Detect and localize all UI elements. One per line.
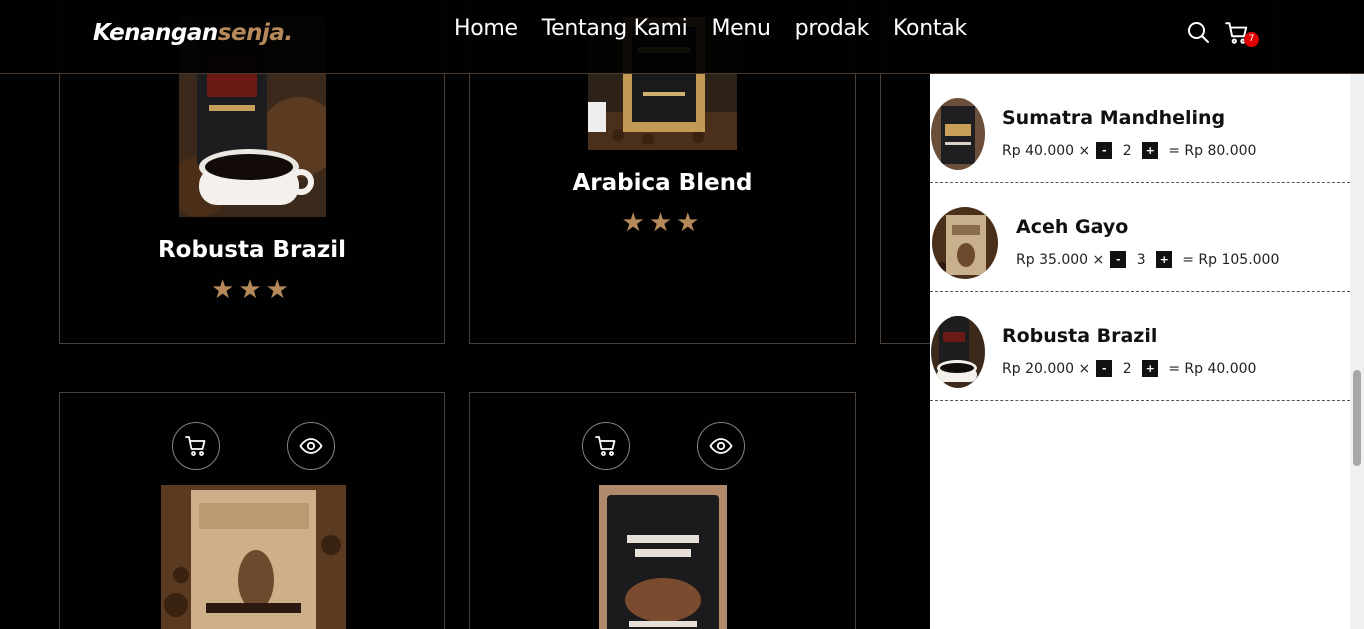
eye-icon bbox=[709, 438, 733, 454]
cart-item: Sumatra Mandheling Rp 40.000 × - 2 + = R… bbox=[930, 74, 1350, 183]
cart-item-total: = Rp 80.000 bbox=[1168, 142, 1257, 159]
cart-item-name: Aceh Gayo bbox=[1016, 216, 1129, 238]
product-card bbox=[469, 392, 856, 629]
cart-item-total: = Rp 40.000 bbox=[1168, 360, 1257, 377]
cart-item-image bbox=[931, 98, 985, 170]
product-name: Arabica Blend bbox=[572, 170, 753, 196]
scrollbar-thumb[interactable] bbox=[1353, 370, 1361, 466]
view-detail-button[interactable] bbox=[287, 422, 335, 470]
shopping-cart-panel: Sumatra Mandheling Rp 40.000 × - 2 + = R… bbox=[930, 74, 1350, 629]
cart-icon bbox=[595, 436, 616, 456]
cart-item-quantity: 2 bbox=[1122, 360, 1132, 377]
nav-link-home[interactable]: Home bbox=[454, 16, 518, 41]
view-detail-button[interactable] bbox=[697, 422, 745, 470]
cart-item-price: Rp 20.000 × bbox=[1002, 360, 1091, 377]
brand-name: Kenangan bbox=[93, 20, 218, 46]
decrease-quantity-button[interactable]: - bbox=[1096, 360, 1113, 377]
cart-item-price: Rp 40.000 × bbox=[1002, 142, 1091, 159]
decrease-quantity-button[interactable]: - bbox=[1110, 251, 1127, 268]
rating-stars: ★★★ bbox=[470, 208, 855, 238]
increase-quantity-button[interactable]: + bbox=[1156, 251, 1173, 268]
star-icon: ★ bbox=[238, 275, 266, 305]
cart-item-price: Rp 35.000 × bbox=[1016, 251, 1105, 268]
product-name: Robusta Brazil bbox=[157, 237, 347, 263]
brand-name-accent: senja. bbox=[217, 20, 293, 46]
star-icon: ★ bbox=[648, 208, 677, 238]
eye-icon bbox=[299, 438, 323, 454]
cart-item-image bbox=[932, 207, 998, 279]
star-icon: ★ bbox=[621, 208, 649, 238]
nav-link-kontak[interactable]: Kontak bbox=[893, 16, 967, 41]
product-card bbox=[59, 392, 445, 629]
product-image bbox=[161, 485, 346, 629]
star-icon: ★ bbox=[265, 275, 293, 305]
cart-item-name: Robusta Brazil bbox=[1002, 325, 1158, 347]
cart-item-quantity: 3 bbox=[1136, 251, 1146, 268]
rating-stars: ★★★ bbox=[60, 275, 444, 305]
cart-item-total: = Rp 105.000 bbox=[1182, 251, 1280, 268]
cart-item-price-row: Rp 35.000 × - 3 + = Rp 105.000 bbox=[1016, 251, 1279, 268]
nav-link-menu[interactable]: Menu bbox=[711, 16, 771, 41]
nav-link-prodak[interactable]: prodak bbox=[795, 16, 870, 41]
page: Robusta Brazil ★★★ Arabica Blend ★★★ Ken… bbox=[0, 0, 1364, 629]
nav-link-tentang-kami[interactable]: Tentang Kami bbox=[542, 16, 688, 41]
add-to-cart-button[interactable] bbox=[582, 422, 630, 470]
product-image bbox=[599, 485, 727, 629]
brand-logo[interactable]: Kenangansenja. bbox=[93, 20, 293, 46]
cart-item-image bbox=[931, 316, 985, 388]
cart-count-badge: 7 bbox=[1244, 32, 1259, 47]
cart-item-quantity: 2 bbox=[1122, 142, 1132, 159]
star-icon: ★ bbox=[211, 275, 239, 305]
increase-quantity-button[interactable]: + bbox=[1142, 142, 1159, 159]
cart-item-name: Sumatra Mandheling bbox=[1002, 107, 1226, 129]
search-button[interactable] bbox=[1186, 20, 1210, 48]
scrollbar-track[interactable] bbox=[1350, 74, 1364, 629]
add-to-cart-button[interactable] bbox=[172, 422, 220, 470]
cart-item: Aceh Gayo Rp 35.000 × - 3 + = Rp 105.000 bbox=[930, 183, 1350, 292]
navbar: Kenangansenja. Home Tentang Kami Menu pr… bbox=[0, 0, 1364, 74]
nav-menu: Home Tentang Kami Menu prodak Kontak bbox=[454, 16, 967, 41]
cart-item-price-row: Rp 40.000 × - 2 + = Rp 80.000 bbox=[1002, 142, 1256, 159]
cart-icon bbox=[185, 436, 206, 456]
increase-quantity-button[interactable]: + bbox=[1142, 360, 1159, 377]
cart-item-price-row: Rp 20.000 × - 2 + = Rp 40.000 bbox=[1002, 360, 1256, 377]
star-icon: ★ bbox=[676, 208, 704, 238]
cart-item: Robusta Brazil Rp 20.000 × - 2 + = Rp 40… bbox=[930, 292, 1350, 401]
search-icon bbox=[1188, 22, 1209, 43]
decrease-quantity-button[interactable]: - bbox=[1096, 142, 1113, 159]
